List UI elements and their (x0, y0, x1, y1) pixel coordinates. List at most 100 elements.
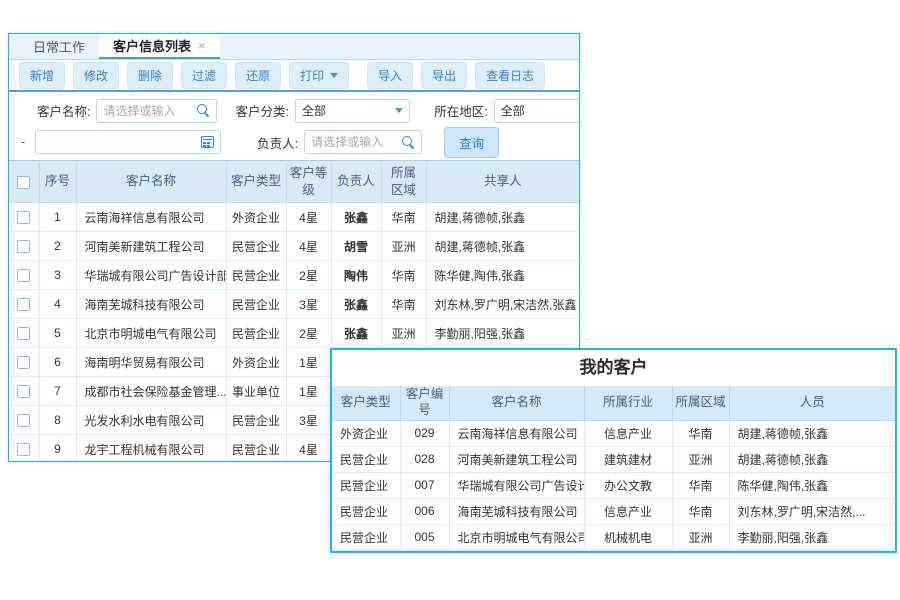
edit-button[interactable]: 修改 (73, 62, 119, 89)
cell-name[interactable]: 河南美新建筑工程公司 (76, 232, 226, 261)
query-button[interactable]: 查询 (444, 127, 499, 158)
column-header[interactable]: 客户类型 (226, 161, 286, 203)
cell-name[interactable]: 成都市社会保险基金管理... (76, 377, 226, 406)
cell-name[interactable]: 海南芜城科技有限公司 (76, 290, 226, 319)
select-all-checkbox[interactable] (17, 176, 30, 189)
customer-name-label: 客户名称: (37, 101, 90, 120)
cell-name[interactable]: 龙宇工程机械有限公司 (76, 435, 226, 463)
cell-code[interactable]: 005 (400, 524, 449, 550)
cell-name[interactable]: 云南海祥信息有限公司 (76, 203, 226, 232)
close-tab-icon[interactable]: × (198, 39, 206, 52)
cell-staff: 陈华健,陶伟,张鑫 (729, 472, 895, 498)
cell-type: 外资企业 (332, 420, 400, 446)
row-checkbox[interactable] (17, 327, 30, 340)
delete-button[interactable]: 删除 (127, 62, 173, 89)
cell-type: 民营企业 (332, 472, 400, 498)
column-header[interactable]: 客户名称 (76, 161, 226, 203)
add-button[interactable]: 新增 (19, 62, 65, 89)
cell-owner[interactable]: 胡雪 (331, 232, 381, 261)
column-header[interactable]: 负责人 (331, 161, 381, 203)
cell-name[interactable]: 华瑞城有限公司广告设计部 (449, 472, 584, 498)
column-header[interactable]: 所属行业 (584, 386, 672, 420)
column-header[interactable]: 客户编 号 (400, 386, 449, 420)
cell-name[interactable]: 华瑞城有限公司广告设计部 (76, 261, 226, 290)
column-header[interactable]: 所属 区域 (381, 161, 426, 203)
table-row[interactable]: 3华瑞城有限公司广告设计部民营企业2星陶伟华南陈华健,陶伟,张鑫 (9, 261, 579, 290)
owner-label: 负责人: (257, 133, 298, 152)
row-checkbox[interactable] (17, 211, 30, 224)
column-header[interactable]: 客户名称 (449, 386, 584, 420)
customer-name-field[interactable] (96, 99, 217, 123)
row-checkbox[interactable] (17, 443, 30, 456)
table-row[interactable]: 民营企业007华瑞城有限公司广告设计部办公文教华南陈华健,陶伟,张鑫 (332, 472, 895, 498)
column-header[interactable]: 人员 (729, 386, 895, 420)
date-field[interactable] (35, 130, 221, 154)
cell-name[interactable]: 北京市明城电气有限公司 (76, 319, 226, 348)
cell-type: 民营企业 (226, 319, 286, 348)
cell-code[interactable]: 028 (400, 446, 449, 472)
cell-shared: 陈华健,陶伟,张鑫 (426, 261, 579, 290)
cell-name[interactable]: 海南明华贸易有限公司 (76, 348, 226, 377)
row-checkbox[interactable] (17, 298, 30, 311)
view-log-button[interactable]: 查看日志 (475, 62, 545, 89)
column-header[interactable]: 客户等 级 (286, 161, 331, 203)
table-row[interactable]: 1云南海祥信息有限公司外资企业4星张鑫华南胡建,蒋德帧,张鑫 (9, 203, 579, 232)
table-row[interactable]: 民营企业006海南芜城科技有限公司信息产业华南刘东林,罗广明,宋洁然,... (332, 498, 895, 524)
table-row[interactable]: 外资企业029云南海祥信息有限公司信息产业华南胡建,蒋德帧,张鑫 (332, 420, 895, 446)
column-header[interactable]: 所属区域 (672, 386, 729, 420)
cell-code[interactable]: 029 (400, 420, 449, 446)
tab-daily-work[interactable]: 日常工作 (19, 34, 99, 59)
cell-type: 民营企业 (226, 261, 286, 290)
date-input[interactable] (42, 135, 197, 149)
print-button[interactable]: 打印 (289, 62, 349, 89)
cell-name[interactable]: 北京市明城电气有限公司 (449, 524, 584, 550)
cell-no: 9 (39, 435, 76, 463)
calendar-icon[interactable] (201, 136, 214, 148)
cell-owner[interactable]: 张鑫 (331, 319, 381, 348)
checkbox-cell (9, 290, 39, 319)
owner-field[interactable] (304, 130, 422, 154)
customer-category-select[interactable]: 全部 (295, 99, 410, 123)
search-icon[interactable] (197, 104, 210, 117)
chevron-down-icon (330, 73, 338, 78)
column-header[interactable]: 共享人 (426, 161, 579, 203)
table-row[interactable]: 民营企业005北京市明城电气有限公司机械机电亚洲李勤丽,阳强,张鑫 (332, 524, 895, 550)
cell-level: 1星 (286, 348, 331, 377)
cell-code[interactable]: 007 (400, 472, 449, 498)
row-checkbox[interactable] (17, 240, 30, 253)
cell-name[interactable]: 云南海祥信息有限公司 (449, 420, 584, 446)
cell-owner[interactable]: 张鑫 (331, 203, 381, 232)
checkbox-cell (9, 203, 39, 232)
restore-button[interactable]: 还原 (235, 62, 281, 89)
cell-name[interactable]: 光发水利水电有限公司 (76, 406, 226, 435)
cell-no: 3 (39, 261, 76, 290)
table-row[interactable]: 民营企业028河南美新建筑工程公司建筑建材亚洲胡建,蒋德帧,张鑫 (332, 446, 895, 472)
chevron-down-icon (395, 108, 403, 113)
row-checkbox[interactable] (17, 356, 30, 369)
row-checkbox[interactable] (17, 414, 30, 427)
export-button[interactable]: 导出 (421, 62, 467, 89)
cell-name[interactable]: 河南美新建筑工程公司 (449, 446, 584, 472)
customer-name-input[interactable] (103, 104, 193, 118)
table-row[interactable]: 4海南芜城科技有限公司民营企业3星张鑫华南刘东林,罗广明,宋洁然,张鑫 (9, 290, 579, 319)
cell-shared: 李勤丽,阳强,张鑫 (426, 319, 579, 348)
column-header[interactable]: 序号 (39, 161, 76, 203)
cell-owner[interactable]: 张鑫 (331, 290, 381, 319)
filter-button[interactable]: 过滤 (181, 62, 227, 89)
search-icon[interactable] (402, 136, 415, 149)
region-label: 所在地区: (434, 101, 487, 120)
table-row[interactable]: 5北京市明城电气有限公司民营企业2星张鑫亚洲李勤丽,阳强,张鑫 (9, 319, 579, 348)
table-row[interactable]: 2河南美新建筑工程公司民营企业4星胡雪亚洲胡建,蒋德帧,张鑫 (9, 232, 579, 261)
tab-customer-list[interactable]: 客户信息列表 × (99, 34, 220, 59)
cell-owner[interactable]: 陶伟 (331, 261, 381, 290)
owner-input[interactable] (311, 135, 398, 149)
row-checkbox[interactable] (17, 385, 30, 398)
desktop: 日常工作 客户信息列表 × 新增修改删除过滤还原 打印 导入导出查看日志 客户名称:… (0, 0, 900, 600)
button-label: 打印 (300, 67, 324, 84)
cell-code[interactable]: 006 (400, 498, 449, 524)
import-button[interactable]: 导入 (367, 62, 413, 89)
cell-name[interactable]: 海南芜城科技有限公司 (449, 498, 584, 524)
column-header[interactable]: 客户类型 (332, 386, 400, 420)
region-select[interactable]: 全部 (494, 99, 579, 123)
row-checkbox[interactable] (17, 269, 30, 282)
